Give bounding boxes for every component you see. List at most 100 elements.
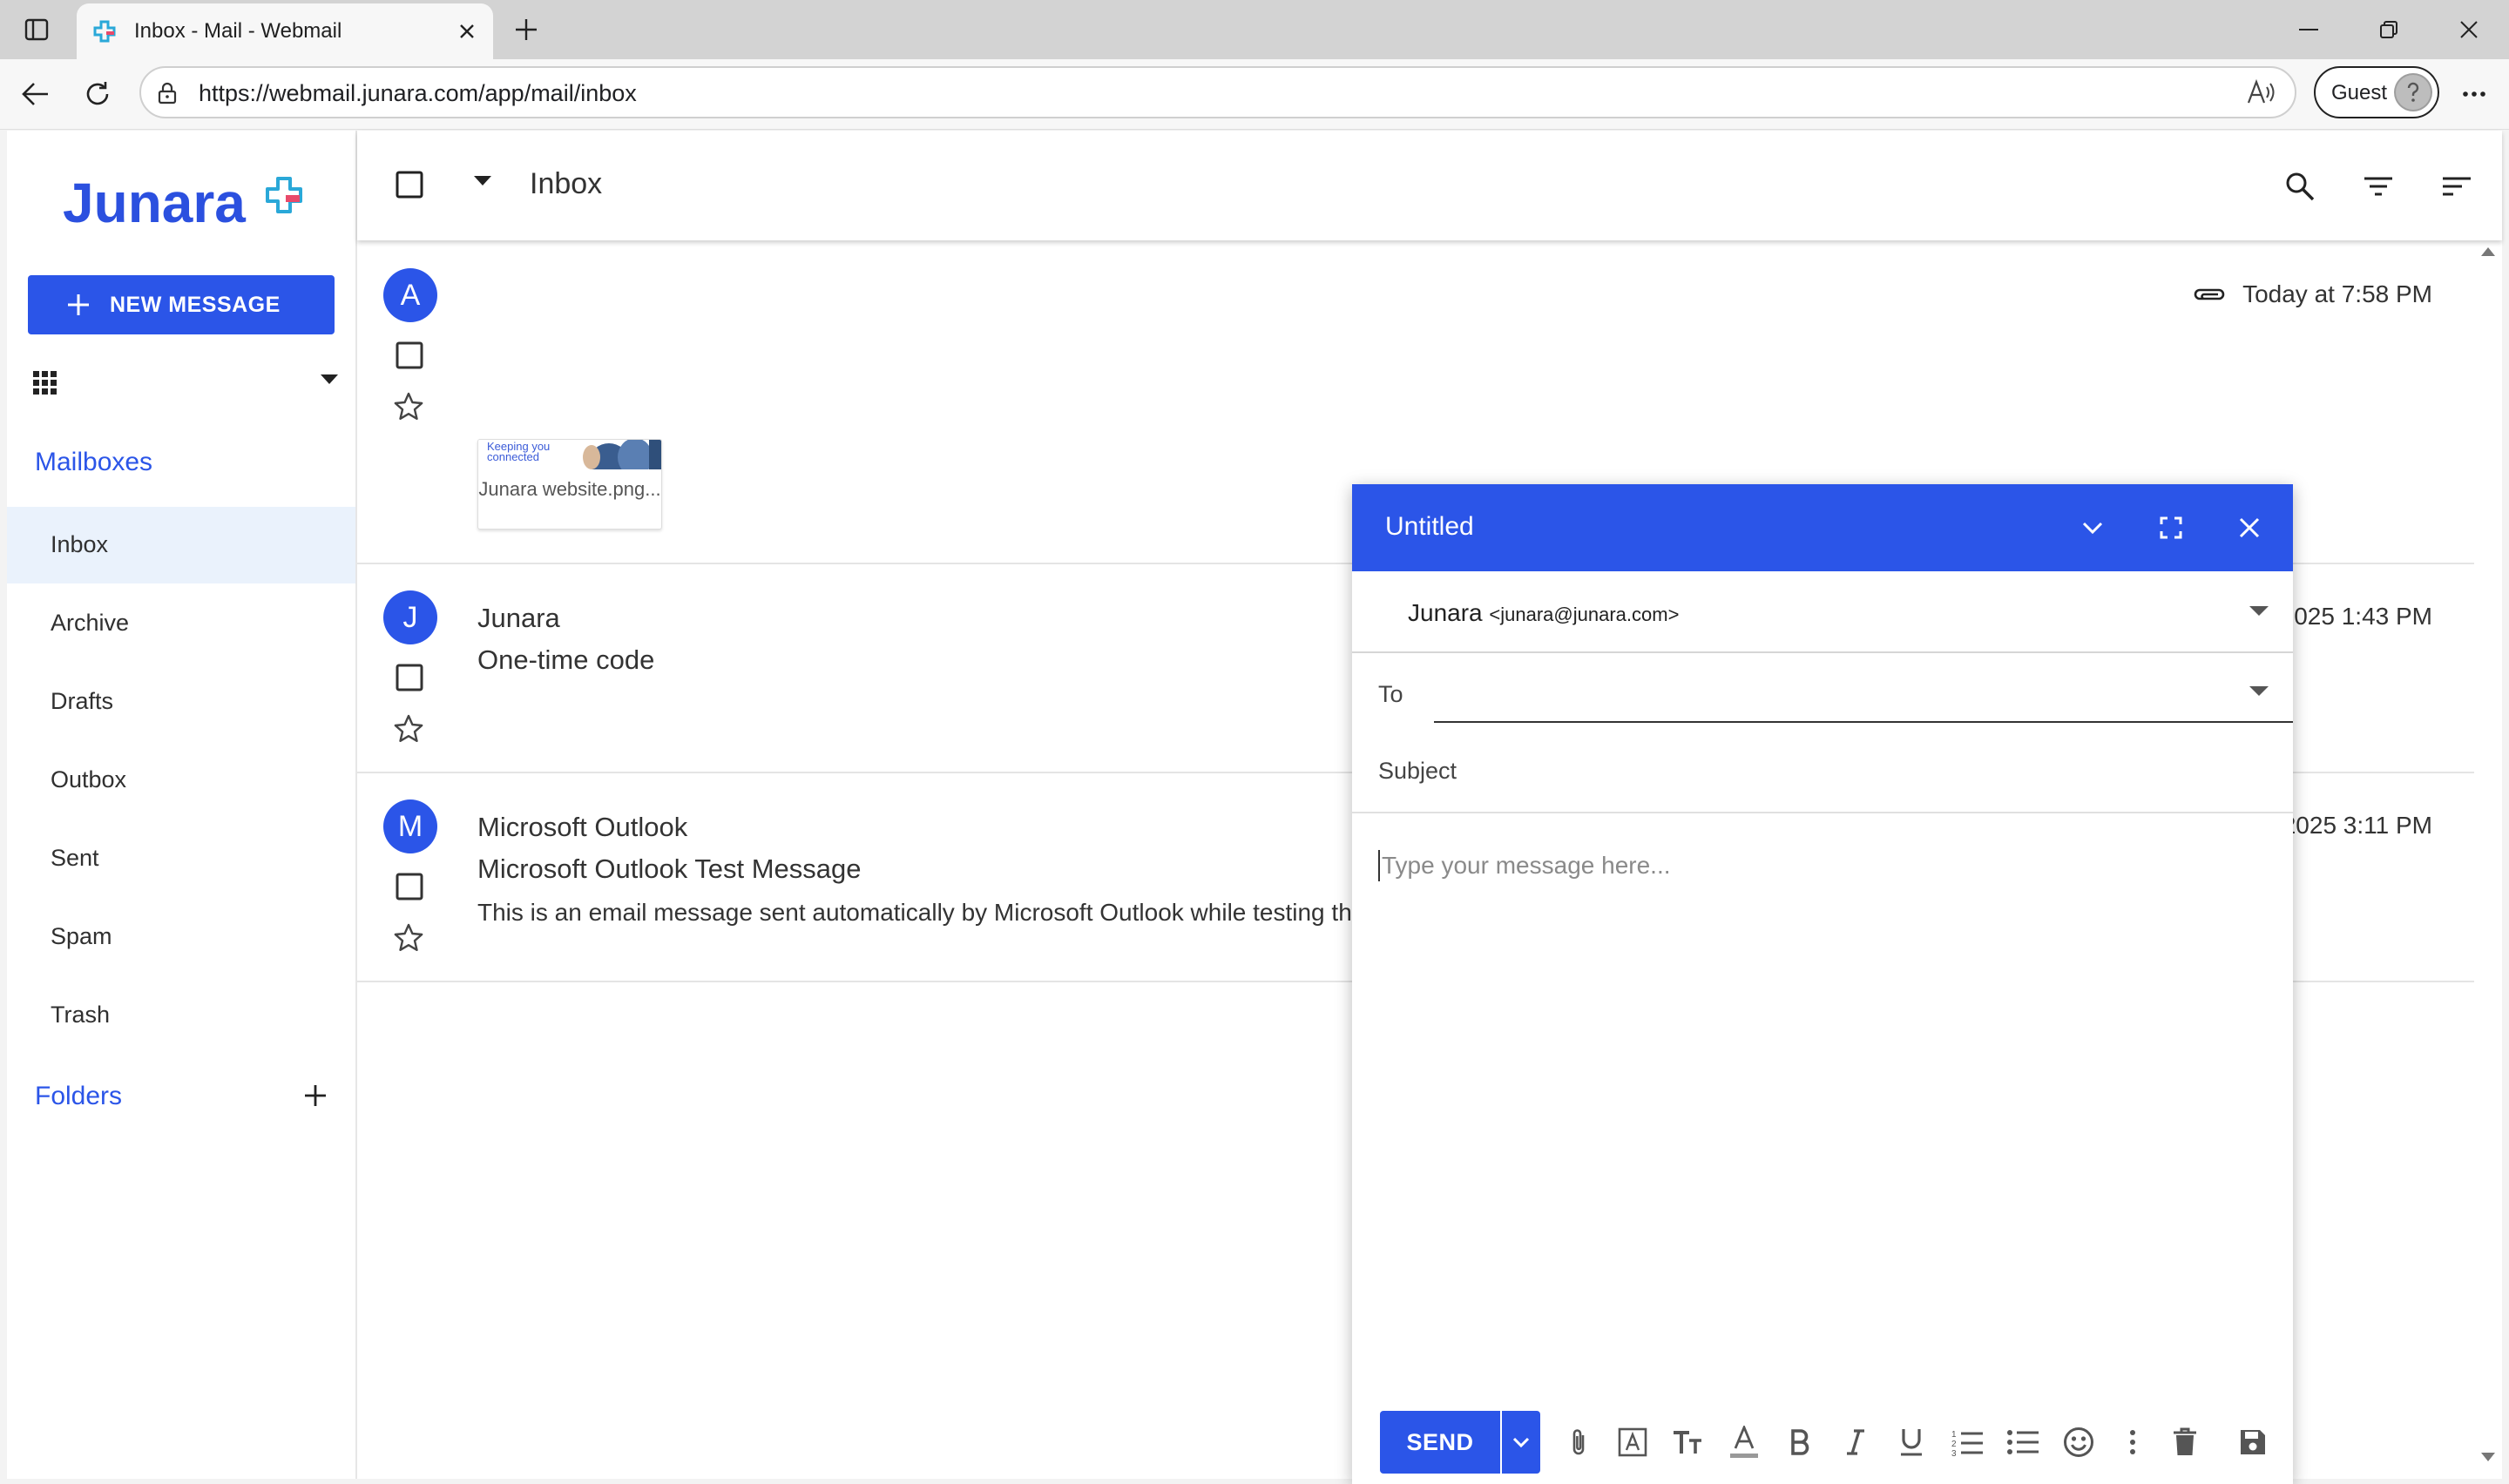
italic-icon[interactable] — [1835, 1421, 1877, 1463]
sidebar-item-sent[interactable]: Sent — [7, 820, 355, 897]
star-icon[interactable] — [394, 392, 423, 422]
compose-title: Untitled — [1385, 512, 1474, 541]
to-caret-down-icon[interactable] — [2249, 686, 2272, 698]
selection-caret-down-icon[interactable] — [474, 176, 491, 186]
bullet-list-icon[interactable] — [2002, 1421, 2044, 1463]
from-name: Junara — [1408, 599, 1483, 626]
numbered-list-icon[interactable]: 123 — [1946, 1421, 1988, 1463]
message-body-input[interactable]: Type your message here... — [1382, 852, 1671, 880]
message-sender: Microsoft Outlook — [477, 812, 688, 842]
underline-icon[interactable] — [1890, 1421, 1932, 1463]
emoji-icon[interactable] — [2058, 1421, 2100, 1463]
compose-toolbar: SEND 123 — [1352, 1402, 2293, 1484]
add-folder-icon[interactable] — [298, 1078, 333, 1113]
junara-logo[interactable]: Junara — [63, 171, 246, 235]
junara-favicon-icon — [92, 19, 117, 44]
mailboxes-heading[interactable]: Mailboxes — [35, 448, 152, 477]
font-format-icon[interactable] — [1612, 1421, 1654, 1463]
address-bar-row: https://webmail.junara.com/app/mail/inbo… — [0, 59, 2509, 130]
caret-down-icon — [321, 374, 338, 385]
attachment-filename: Junara website.png... — [478, 478, 661, 500]
tab-actions-icon[interactable] — [17, 12, 56, 47]
mail-toolbar: Inbox — [357, 131, 2502, 240]
filter-icon[interactable] — [2359, 167, 2397, 206]
discard-trash-icon[interactable] — [2164, 1421, 2206, 1463]
browser-tab-active[interactable]: Inbox - Mail - Webmail — [77, 3, 493, 59]
sort-icon[interactable] — [2438, 167, 2476, 206]
text-color-icon[interactable] — [1723, 1421, 1765, 1463]
junara-logo-mark-icon — [263, 174, 305, 216]
row-checkbox[interactable] — [396, 873, 423, 901]
star-icon[interactable] — [394, 923, 423, 953]
sender-avatar: J — [383, 590, 437, 644]
sidebar: Junara NEW MESSAGE Mailboxes Inbox Archi… — [7, 131, 357, 1479]
sidebar-item-label: Drafts — [51, 688, 114, 714]
read-aloud-icon[interactable] — [2246, 78, 2276, 106]
restore-icon[interactable] — [2363, 10, 2415, 49]
font-size-icon[interactable] — [1667, 1421, 1709, 1463]
select-all-checkbox[interactable] — [396, 171, 423, 199]
send-options-chevron-icon[interactable] — [1502, 1411, 1540, 1474]
to-input-underline — [1434, 721, 2293, 723]
profile-button[interactable]: Guest — [2314, 66, 2439, 118]
url-text[interactable]: https://webmail.junara.com/app/mail/inbo… — [199, 80, 637, 107]
message-date: 2025 3:11 PM — [2282, 812, 2432, 839]
message-subject: Microsoft Outlook Test Message — [477, 853, 862, 884]
sidebar-item-spam[interactable]: Spam — [7, 899, 355, 975]
message-sender: Junara — [477, 603, 560, 633]
sidebar-item-archive[interactable]: Archive — [7, 585, 355, 662]
back-arrow-icon[interactable] — [14, 75, 56, 113]
lock-icon[interactable] — [157, 82, 178, 105]
sidebar-item-inbox[interactable]: Inbox — [7, 507, 355, 583]
attach-paperclip-icon[interactable] — [1558, 1421, 1599, 1463]
new-message-label: NEW MESSAGE — [110, 293, 281, 317]
subject-field[interactable]: Subject — [1352, 732, 2293, 813]
compose-header: Untitled — [1352, 484, 2293, 571]
new-message-button[interactable]: NEW MESSAGE — [28, 275, 335, 334]
sidebar-item-outbox[interactable]: Outbox — [7, 742, 355, 819]
to-label: To — [1378, 681, 1403, 707]
row-checkbox[interactable] — [396, 664, 423, 691]
apps-switcher[interactable] — [33, 359, 338, 408]
star-icon[interactable] — [394, 714, 423, 744]
message-preview: This is an email message sent automatica… — [477, 899, 1352, 926]
message-subject: One-time code — [477, 644, 655, 675]
scroll-down-arrow-icon[interactable] — [2481, 1453, 2495, 1463]
subject-label: Subject — [1378, 758, 1457, 784]
sender-avatar: M — [383, 799, 437, 853]
to-field[interactable]: To — [1352, 651, 2293, 732]
svg-text:1: 1 — [1951, 1430, 1957, 1440]
send-button[interactable]: SEND — [1380, 1411, 1500, 1474]
from-selector[interactable]: Junara <junara@junara.com> — [1352, 571, 2293, 653]
attachment-thumbnail[interactable]: Keeping you connected Junara website.png… — [477, 439, 662, 530]
browser-tab-bar: Inbox - Mail - Webmail — [0, 0, 2509, 59]
save-draft-icon[interactable] — [2232, 1421, 2274, 1463]
message-date: 2025 1:43 PM — [2280, 603, 2432, 630]
reload-icon[interactable] — [77, 75, 118, 113]
row-checkbox[interactable] — [396, 341, 423, 369]
from-caret-down-icon[interactable] — [2249, 606, 2272, 618]
sidebar-item-label: Spam — [51, 923, 112, 949]
sidebar-item-trash[interactable]: Trash — [7, 977, 355, 1054]
sidebar-item-label: Archive — [51, 610, 130, 636]
sidebar-item-drafts[interactable]: Drafts — [7, 664, 355, 740]
search-icon[interactable] — [2281, 167, 2319, 206]
page-title: Inbox — [530, 167, 603, 200]
from-field: Junara <junara@junara.com> — [1408, 599, 1679, 627]
browser-menu-icon[interactable] — [2453, 75, 2495, 113]
sidebar-item-label: Inbox — [51, 531, 109, 557]
new-tab-icon[interactable] — [507, 12, 545, 47]
bold-icon[interactable] — [1779, 1421, 1821, 1463]
minimize-compose-icon[interactable] — [2073, 509, 2112, 547]
minimize-icon[interactable] — [2282, 10, 2335, 49]
window-close-icon[interactable] — [2443, 10, 2495, 49]
folders-heading[interactable]: Folders — [35, 1082, 122, 1111]
svg-text:3: 3 — [1951, 1449, 1957, 1456]
close-compose-icon[interactable] — [2230, 509, 2269, 547]
address-bar[interactable]: https://webmail.junara.com/app/mail/inbo… — [139, 66, 2296, 118]
scroll-up-arrow-icon[interactable] — [2481, 246, 2495, 256]
plus-icon — [66, 293, 91, 317]
more-options-icon[interactable] — [2112, 1421, 2154, 1463]
fullscreen-compose-icon[interactable] — [2152, 509, 2190, 547]
tab-close-icon[interactable] — [451, 16, 483, 47]
